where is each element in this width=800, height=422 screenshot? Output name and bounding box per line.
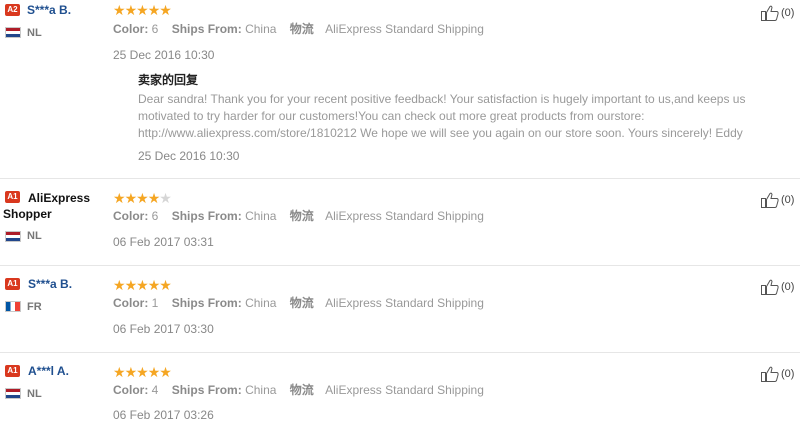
star-icon: ★ — [147, 190, 161, 206]
helpful-button[interactable]: (0) — [760, 4, 794, 22]
order-info: Color: 6 Ships From: China 物流 AliExpress… — [113, 209, 484, 224]
flag-netherlands-icon — [5, 231, 21, 242]
thumbs-up-icon — [761, 192, 779, 208]
ships-from-value: China — [245, 22, 277, 36]
order-info: Color: 6 Ships From: China 物流 AliExpress… — [113, 22, 484, 37]
star-rating: ★★★★★ — [113, 190, 172, 206]
thumbs-up-icon — [761, 279, 779, 295]
logistics-label: 物流 — [289, 383, 314, 397]
star-icon: ★ — [136, 190, 149, 206]
seller-reply-title: 卖家的回复 — [138, 73, 199, 87]
order-info: Color: 1 Ships From: China 物流 AliExpress… — [113, 296, 484, 311]
buyer-country: NL — [27, 388, 42, 400]
thumbs-up-icon — [761, 366, 779, 382]
helpful-count: (0) — [781, 368, 795, 380]
color-value: 6 — [151, 22, 159, 36]
review-item: A1 AliExpress Shopper NL ★★★★★ Color: 6 … — [0, 179, 800, 265]
logistics-label: 物流 — [289, 22, 314, 36]
star-icon: ★ — [113, 364, 126, 380]
ships-from-value: China — [245, 383, 277, 397]
review-date: 06 Feb 2017 03:30 — [113, 322, 214, 336]
buyer-name: AliExpress Shopper — [3, 191, 91, 221]
review-date: 06 Feb 2017 03:31 — [113, 235, 214, 249]
star-icon: ★ — [136, 2, 149, 18]
star-icon: ★ — [159, 277, 172, 293]
star-icon: ★ — [113, 2, 126, 18]
buyer-level-badge: A1 — [5, 278, 20, 290]
flag-netherlands-icon — [5, 27, 21, 38]
review-date: 06 Feb 2017 03:26 — [113, 408, 214, 422]
star-icon: ★ — [159, 364, 172, 380]
star-icon: ★ — [124, 190, 138, 206]
star-rating: ★★★★★ — [113, 364, 172, 380]
star-icon: ★ — [124, 364, 138, 380]
buyer-level-badge: A1 — [5, 365, 20, 377]
star-icon: ★ — [113, 190, 126, 206]
star-icon: ★ — [124, 277, 138, 293]
ships-from-label: Ships From: — [171, 22, 242, 36]
ships-from-label: Ships From: — [171, 383, 242, 397]
seller-reply-text: Dear sandra! Thank you for your recent p… — [138, 92, 746, 140]
ships-from-label: Ships From: — [171, 296, 242, 310]
review-item: A1 S***a B. FR ★★★★★ Color: 1 Ships From… — [0, 266, 800, 352]
logistics-value: AliExpress Standard Shipping — [325, 383, 484, 397]
seller-reply-date: 25 Dec 2016 10:30 — [138, 149, 240, 163]
ships-from-value: China — [245, 209, 277, 223]
color-value: 4 — [151, 383, 159, 397]
review-item: A2 S***a B. NL ★★★★★ Color: 6 Ships From… — [0, 0, 800, 178]
star-icon: ★ — [136, 277, 149, 293]
buyer-country: NL — [27, 27, 42, 39]
buyer-country: NL — [27, 230, 42, 242]
thumbs-up-icon — [761, 5, 779, 21]
ships-from-label: Ships From: — [171, 209, 242, 223]
star-icon: ★ — [147, 364, 161, 380]
helpful-count: (0) — [781, 281, 795, 293]
star-icon: ★ — [159, 2, 172, 18]
review-item: A1 A***l A. NL ★★★★★ Color: 4 Ships From… — [0, 353, 800, 422]
color-value: 6 — [151, 209, 159, 223]
order-info: Color: 4 Ships From: China 物流 AliExpress… — [113, 383, 484, 398]
star-icon: ★ — [147, 277, 161, 293]
helpful-count: (0) — [781, 7, 795, 19]
color-label: Color: — [113, 383, 149, 397]
ships-from-value: China — [245, 296, 277, 310]
star-rating: ★★★★★ — [113, 277, 172, 293]
star-icon: ★ — [147, 2, 161, 18]
buyer-level-badge: A2 — [5, 4, 20, 16]
color-label: Color: — [113, 22, 149, 36]
helpful-button[interactable]: (0) — [760, 365, 794, 383]
color-label: Color: — [113, 209, 149, 223]
logistics-label: 物流 — [289, 209, 314, 223]
logistics-value: AliExpress Standard Shipping — [325, 209, 484, 223]
buyer-name: S***a B. — [28, 277, 73, 291]
logistics-value: AliExpress Standard Shipping — [325, 22, 484, 36]
star-rating: ★★★★★ — [113, 2, 172, 18]
buyer-name: S***a B. — [27, 3, 72, 17]
buyer-name: A***l A. — [28, 364, 69, 378]
star-icon: ★ — [159, 190, 172, 206]
color-value: 1 — [151, 296, 159, 310]
logistics-value: AliExpress Standard Shipping — [325, 296, 484, 310]
helpful-count: (0) — [781, 194, 795, 206]
star-icon: ★ — [136, 364, 149, 380]
star-icon: ★ — [124, 2, 138, 18]
helpful-button[interactable]: (0) — [760, 278, 794, 296]
flag-netherlands-icon — [5, 388, 21, 399]
star-icon: ★ — [113, 277, 126, 293]
color-label: Color: — [113, 296, 149, 310]
helpful-button[interactable]: (0) — [760, 191, 794, 209]
review-date: 25 Dec 2016 10:30 — [113, 48, 215, 62]
flag-france-icon — [5, 301, 21, 312]
logistics-label: 物流 — [289, 296, 314, 310]
buyer-country: FR — [27, 301, 42, 313]
